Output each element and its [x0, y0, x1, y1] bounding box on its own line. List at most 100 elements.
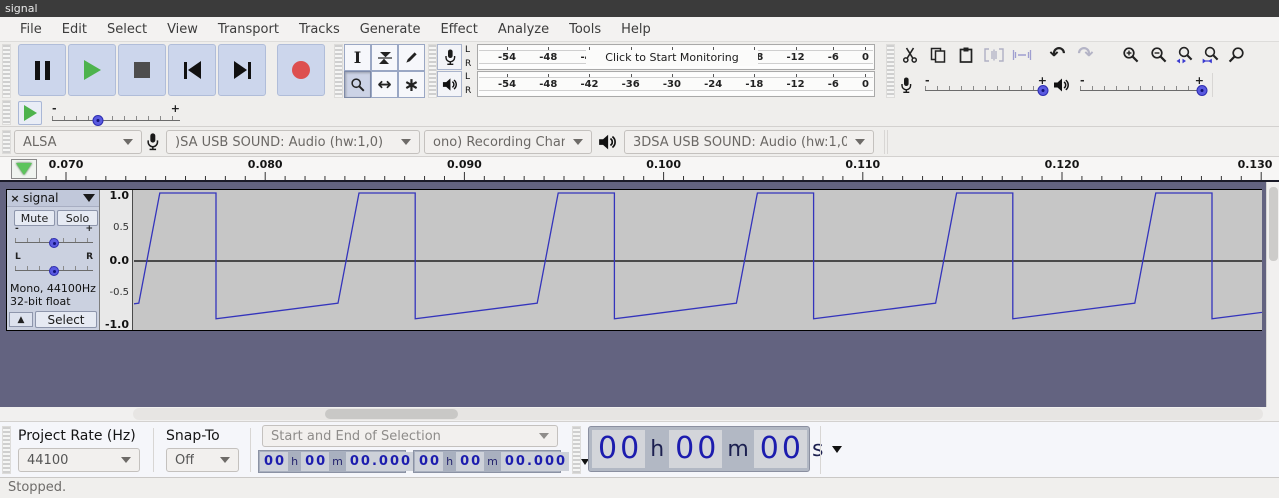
gain-slider[interactable]: - + — [15, 232, 93, 246]
cut-button[interactable] — [897, 42, 922, 67]
vertical-scrollbar-thumb[interactable] — [1269, 187, 1278, 261]
draw-tool-button[interactable] — [398, 44, 425, 71]
menu-item-3[interactable]: View — [157, 19, 208, 40]
end-hours[interactable]: 00 — [415, 452, 443, 471]
skip-to-end-button[interactable] — [218, 44, 266, 96]
gain-thumb[interactable] — [49, 238, 59, 248]
mute-button[interactable]: Mute — [14, 210, 55, 226]
track-menu-icon[interactable] — [83, 194, 95, 202]
silence-audio-button[interactable] — [1009, 42, 1034, 67]
vertical-ruler[interactable]: 1.00.50.0-0.5-1.0 — [100, 190, 133, 330]
position-hours[interactable]: 00 — [592, 430, 645, 468]
meter-toolbar-grip[interactable] — [428, 44, 437, 98]
audio-track[interactable]: × signal Mute Solo - + L R — [6, 189, 1262, 331]
menu-item-1[interactable]: Edit — [52, 19, 97, 40]
recording-meter-body[interactable]: -54-48-42-36-30-24-18-12-60 Click to Sta… — [477, 44, 875, 70]
selection-toolbar-grip[interactable] — [2, 426, 11, 474]
speed-slider-thumb[interactable] — [93, 115, 104, 126]
tools-toolbar-grip[interactable] — [334, 44, 343, 98]
pan-slider[interactable]: L R — [15, 260, 93, 274]
fit-selection-button[interactable] — [1172, 42, 1197, 67]
redo-button[interactable]: ↷ — [1073, 42, 1098, 67]
timeline-ruler[interactable]: 0.0700.0800.0900.1000.1100.1200.130 — [0, 157, 1279, 182]
paste-button[interactable] — [953, 42, 978, 67]
minutes-label: m — [722, 437, 753, 462]
play-button[interactable] — [68, 44, 116, 96]
audio-position-display[interactable]: 00 h 00 m 00 s — [588, 426, 810, 472]
zoom-out-button[interactable] — [1146, 42, 1171, 67]
envelope-tool-button[interactable] — [371, 44, 398, 71]
skip-to-start-button[interactable] — [168, 44, 216, 96]
time-toolbar-grip[interactable] — [572, 426, 581, 474]
selection-end-field[interactable]: 00 h 00 m 00.000 s — [413, 450, 561, 473]
position-minutes[interactable]: 00 — [669, 430, 722, 468]
undo-button[interactable]: ↶ — [1045, 42, 1070, 67]
chevron-down-icon[interactable] — [832, 446, 842, 453]
track-canvas[interactable]: × signal Mute Solo - + L R — [0, 182, 1279, 407]
start-minutes[interactable]: 00 — [301, 452, 329, 471]
menu-item-9[interactable]: Tools — [559, 19, 611, 40]
zoom-toggle-button[interactable] — [1224, 42, 1249, 67]
rec-vol-thumb[interactable] — [1038, 85, 1049, 96]
monitoring-overlay[interactable]: Click to Start Monitoring — [586, 50, 758, 66]
timeline-label-1: 0.080 — [248, 158, 283, 171]
audio-host-select[interactable]: ALSA — [14, 130, 142, 154]
playback-device-select[interactable]: 3DSA USB SOUND: Audio (hw:1,0) — [624, 130, 874, 154]
fit-project-button[interactable] — [1198, 42, 1223, 67]
close-track-icon[interactable]: × — [7, 192, 23, 205]
selection-start-field[interactable]: 00 h 00 m 00.000 s — [258, 450, 406, 473]
divider — [250, 428, 251, 472]
playspeed-toolbar-grip[interactable] — [2, 100, 11, 125]
transport-toolbar-grip[interactable] — [2, 44, 11, 98]
menu-item-6[interactable]: Generate — [350, 19, 431, 40]
start-seconds[interactable]: 00.000 — [346, 452, 414, 471]
selection-tool-button[interactable]: I — [344, 44, 371, 71]
menu-item-5[interactable]: Tracks — [289, 19, 350, 40]
playback-meter-button[interactable] — [437, 71, 462, 97]
waveform[interactable] — [134, 190, 1262, 330]
recording-meter-button[interactable] — [437, 44, 462, 70]
menu-item-7[interactable]: Effect — [430, 19, 487, 40]
track-name-row[interactable]: × signal — [7, 190, 99, 207]
start-hours[interactable]: 00 — [260, 452, 288, 471]
menu-item-10[interactable]: Help — [611, 19, 661, 40]
horizontal-scrollbar-thumb[interactable] — [325, 409, 458, 419]
end-seconds[interactable]: 00.000 — [501, 452, 569, 471]
pan-thumb[interactable] — [49, 266, 59, 276]
menu-item-4[interactable]: Transport — [208, 19, 289, 40]
recording-device-select[interactable]: )SA USB SOUND: Audio (hw:1,0) — [166, 130, 420, 154]
end-minutes[interactable]: 00 — [456, 452, 484, 471]
position-seconds[interactable]: 00 — [754, 430, 807, 468]
timeshift-tool-button[interactable]: ↔ — [371, 71, 398, 98]
stop-button[interactable] — [118, 44, 166, 96]
playback-meter-body[interactable]: -54-48-42-36-30-24-18-12-60 — [477, 71, 875, 97]
device-toolbar-grip[interactable] — [2, 130, 11, 154]
snap-to-select[interactable]: Off — [166, 448, 239, 472]
trim-audio-button[interactable] — [981, 42, 1006, 67]
track-select-button[interactable]: Select — [35, 311, 97, 328]
vertical-scrollbar[interactable] — [1266, 182, 1279, 407]
playback-speed-slider[interactable]: - + — [52, 108, 180, 124]
recording-channels-select[interactable]: ono) Recording Channel — [424, 130, 592, 154]
menu-item-0[interactable]: File — [10, 19, 52, 40]
project-rate-select[interactable]: 44100 — [18, 448, 140, 472]
edit-toolbar-grip[interactable] — [886, 44, 895, 98]
record-button[interactable] — [277, 44, 325, 96]
zoom-tool-button[interactable] — [344, 71, 371, 98]
zoom-in-button[interactable] — [1118, 42, 1143, 67]
minutes-label: m — [329, 455, 346, 468]
menu-item-8[interactable]: Analyze — [488, 19, 559, 40]
horizontal-scrollbar[interactable] — [0, 407, 1279, 421]
play-vol-thumb[interactable] — [1196, 85, 1207, 96]
multi-tool-button[interactable]: ∗ — [398, 71, 425, 98]
selection-mode-select[interactable]: Start and End of Selection — [262, 425, 558, 447]
copy-button[interactable] — [925, 42, 950, 67]
menu-item-2[interactable]: Select — [97, 19, 157, 40]
collapse-track-button[interactable]: ▲ — [9, 312, 33, 327]
play-at-speed-button[interactable] — [18, 101, 42, 125]
horizontal-scrollbar-track[interactable] — [133, 408, 1263, 420]
recording-volume-slider[interactable]: - + — [925, 80, 1047, 94]
pause-button[interactable] — [18, 44, 66, 96]
playback-volume-slider[interactable]: - + — [1080, 80, 1204, 94]
window-titlebar[interactable]: signal — [0, 0, 1279, 17]
